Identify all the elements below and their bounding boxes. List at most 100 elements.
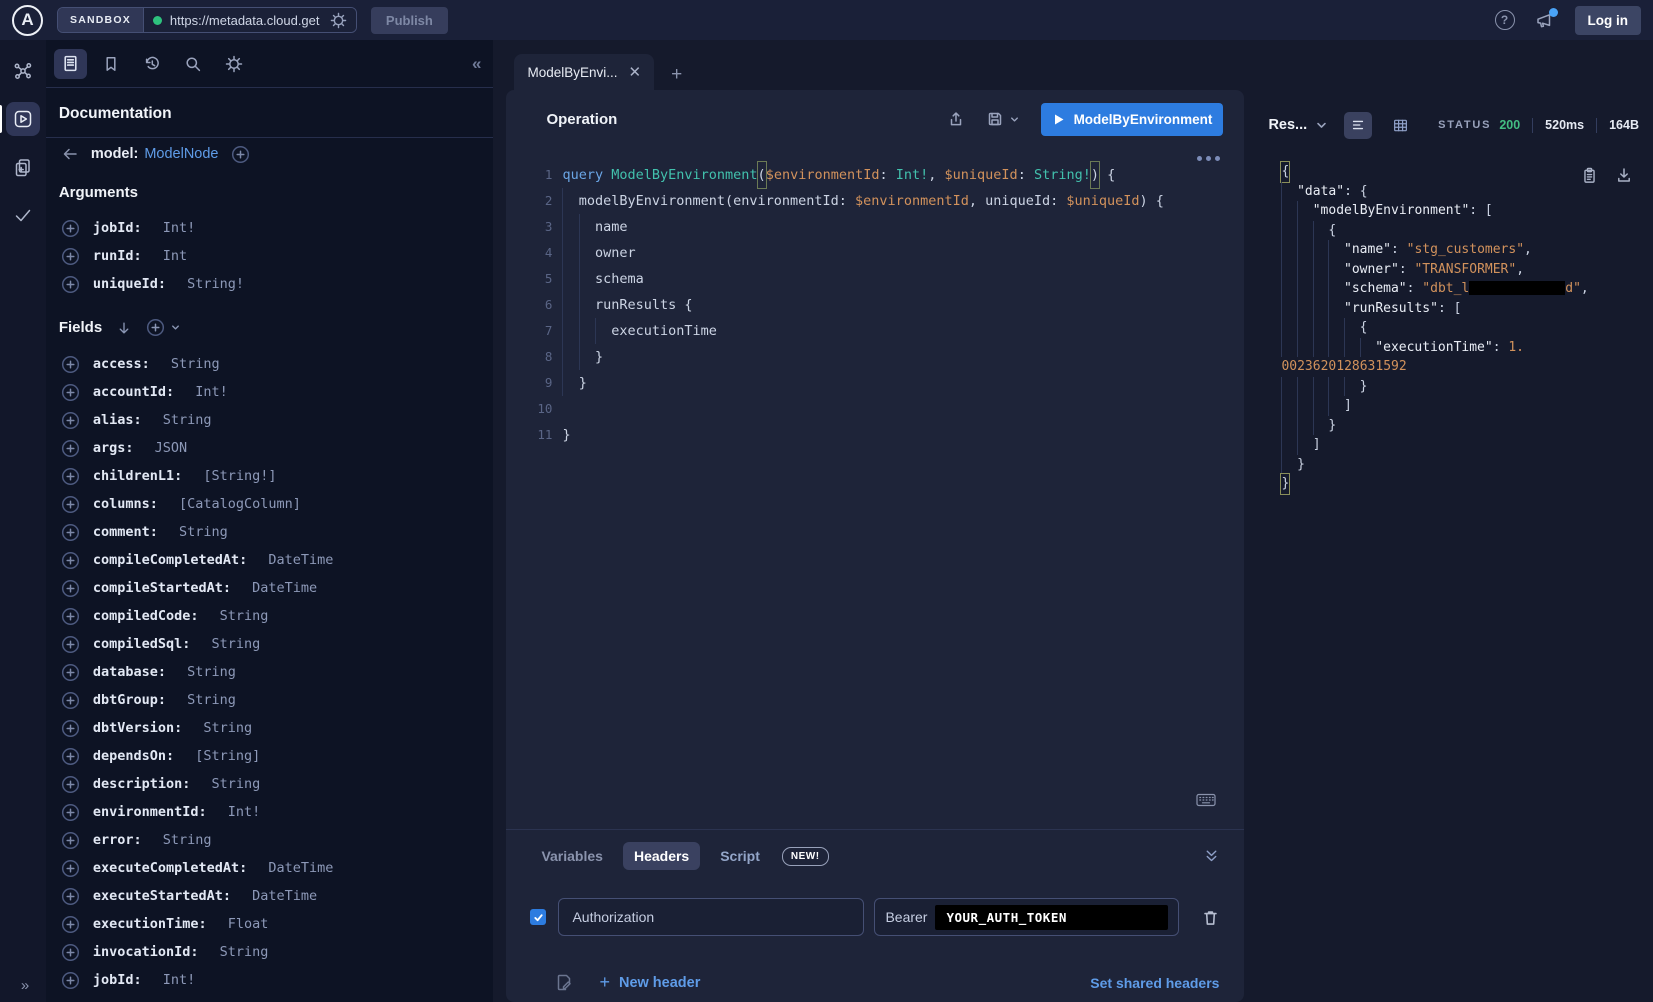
editor-menu-ellipsis-icon[interactable]	[1197, 156, 1220, 161]
doc-field-row[interactable]: alias: String	[61, 406, 494, 434]
add-field-to-query-icon[interactable]	[61, 803, 80, 822]
add-field-to-query-icon[interactable]	[61, 775, 80, 794]
doc-field-row[interactable]: executeCompletedAt: DateTime	[61, 854, 494, 882]
code-editor[interactable]: 1query ModelByEnvironment($environmentId…	[506, 148, 1244, 829]
doc-field-row[interactable]: compileStartedAt: DateTime	[61, 574, 494, 602]
add-field-to-query-icon[interactable]	[61, 719, 80, 738]
add-field-to-query-icon[interactable]	[61, 859, 80, 878]
doc-field-row[interactable]: jobId: Int!	[61, 966, 494, 994]
response-selector[interactable]: Res...	[1268, 117, 1307, 133]
docs-tab-history[interactable]	[136, 49, 169, 79]
add-field-to-query-icon[interactable]	[61, 747, 80, 766]
doc-field-row[interactable]: description: String	[61, 770, 494, 798]
docs-tab-documentation[interactable]	[54, 49, 87, 79]
endpoint-settings-gear-icon[interactable]	[330, 12, 347, 29]
header-presets-icon[interactable]	[555, 973, 573, 992]
doc-field-row[interactable]: runId: Int	[61, 242, 494, 270]
doc-field-row[interactable]: database: String	[61, 658, 494, 686]
doc-field-row[interactable]: compiledCode: String	[61, 602, 494, 630]
add-field-to-query-icon[interactable]	[61, 523, 80, 542]
sidebar-item-schema[interactable]	[6, 54, 40, 88]
new-tab-button[interactable]: +	[671, 65, 682, 90]
sidebar-item-checklist[interactable]	[6, 198, 40, 232]
sidebar-item-operations[interactable]	[6, 150, 40, 184]
doc-field-row[interactable]: compileCompletedAt: DateTime	[61, 546, 494, 574]
announcements-megaphone-icon[interactable]	[1535, 11, 1555, 30]
sidebar-item-explorer[interactable]	[6, 102, 40, 136]
login-button[interactable]: Log in	[1575, 6, 1642, 35]
add-field-to-query-icon[interactable]	[61, 579, 80, 598]
doc-field-row[interactable]: access: String	[61, 350, 494, 378]
add-field-to-query-icon[interactable]	[61, 355, 80, 374]
run-button[interactable]: ModelByEnvironment	[1041, 103, 1223, 136]
doc-field-row[interactable]: dbtVersion: String	[61, 714, 494, 742]
close-tab-icon[interactable]: ✕	[629, 65, 642, 80]
doc-field-row[interactable]: dbtGroup: String	[61, 686, 494, 714]
add-field-to-query-icon[interactable]	[61, 635, 80, 654]
collapse-panel-icon[interactable]: «	[472, 54, 481, 74]
header-value-field[interactable]: Bearer YOUR_AUTH_TOKEN	[874, 898, 1179, 936]
add-field-to-query-icon[interactable]	[61, 831, 80, 850]
doc-field-row[interactable]: invocationId: String	[61, 938, 494, 966]
tab-variables[interactable]: Variables	[530, 842, 614, 870]
delete-header-trash-icon[interactable]	[1201, 908, 1220, 927]
response-json[interactable]: {"data": {"modelByEnvironment": [{"name"…	[1281, 162, 1653, 494]
docs-tab-bookmarks[interactable]	[95, 49, 128, 79]
save-icon[interactable]	[986, 110, 1004, 128]
save-menu-chevron-icon[interactable]	[1009, 114, 1020, 125]
tab-script[interactable]: Script	[709, 842, 771, 870]
copy-response-clipboard-icon[interactable]	[1581, 166, 1598, 185]
doc-field-row[interactable]: columns: [CatalogColumn]	[61, 490, 494, 518]
operation-tab[interactable]: ModelByEnvi... ✕	[514, 54, 654, 90]
docs-tab-search[interactable]	[177, 49, 210, 79]
doc-field-row[interactable]: args: JSON	[61, 434, 494, 462]
doc-field-row[interactable]: uniqueId: String!	[61, 270, 494, 298]
add-field-to-query-icon[interactable]	[61, 467, 80, 486]
download-response-icon[interactable]	[1615, 166, 1633, 185]
add-field-to-query-icon[interactable]	[61, 607, 80, 626]
doc-field-row[interactable]: executionTime: Float	[61, 910, 494, 938]
add-field-to-query-icon[interactable]	[61, 439, 80, 458]
doc-field-row[interactable]: childrenL1: [String!]	[61, 462, 494, 490]
expand-sidebar-icon[interactable]: »	[0, 977, 48, 994]
add-field-to-query-icon[interactable]	[61, 915, 80, 934]
doc-field-row[interactable]: jobId: Int!	[61, 214, 494, 242]
back-icon[interactable]	[61, 145, 79, 163]
doc-field-row[interactable]: dependsOn: [String]	[61, 742, 494, 770]
keyboard-shortcuts-icon[interactable]	[1196, 793, 1216, 807]
apollo-logo[interactable]: A	[12, 5, 43, 36]
share-icon[interactable]	[947, 110, 965, 128]
tab-headers[interactable]: Headers	[623, 842, 700, 870]
table-view-icon[interactable]	[1386, 112, 1414, 139]
add-field-to-query-icon[interactable]	[61, 219, 80, 238]
add-field-to-query-icon[interactable]	[61, 275, 80, 294]
sort-fields-arrow-down-icon[interactable]	[116, 320, 132, 336]
header-name-input[interactable]: Authorization	[558, 898, 864, 936]
doc-field-row[interactable]: error: String	[61, 826, 494, 854]
breadcrumb-type-link[interactable]: ModelNode	[144, 146, 218, 162]
add-field-to-query-icon[interactable]	[61, 551, 80, 570]
new-header-button[interactable]: + New header	[599, 972, 700, 993]
publish-button[interactable]: Publish	[371, 7, 448, 34]
docs-tab-settings[interactable]	[218, 49, 251, 79]
add-field-to-query-icon[interactable]	[61, 495, 80, 514]
add-type-to-query-icon[interactable]	[231, 145, 250, 164]
add-field-to-query-icon[interactable]	[61, 943, 80, 962]
doc-field-row[interactable]: executeStartedAt: DateTime	[61, 882, 494, 910]
format-response-icon[interactable]	[1344, 112, 1372, 139]
doc-field-row[interactable]: comment: String	[61, 518, 494, 546]
add-field-to-query-icon[interactable]	[61, 411, 80, 430]
doc-field-row[interactable]: accountId: Int!	[61, 378, 494, 406]
endpoint-input[interactable]: https://metadata.cloud.get	[144, 8, 356, 32]
response-chevron-icon[interactable]	[1315, 119, 1328, 132]
doc-field-row[interactable]: compiledSql: String	[61, 630, 494, 658]
add-field-to-query-icon[interactable]	[61, 691, 80, 710]
add-field-to-query-icon[interactable]	[61, 887, 80, 906]
add-field-to-query-icon[interactable]	[61, 971, 80, 990]
add-field-to-query-icon[interactable]	[61, 663, 80, 682]
doc-field-row[interactable]: environmentId: Int!	[61, 798, 494, 826]
help-icon[interactable]: ?	[1495, 10, 1515, 30]
add-field-to-query-icon[interactable]	[61, 247, 80, 266]
set-shared-headers-link[interactable]: Set shared headers	[1090, 975, 1219, 991]
header-enabled-checkbox[interactable]	[530, 909, 546, 925]
